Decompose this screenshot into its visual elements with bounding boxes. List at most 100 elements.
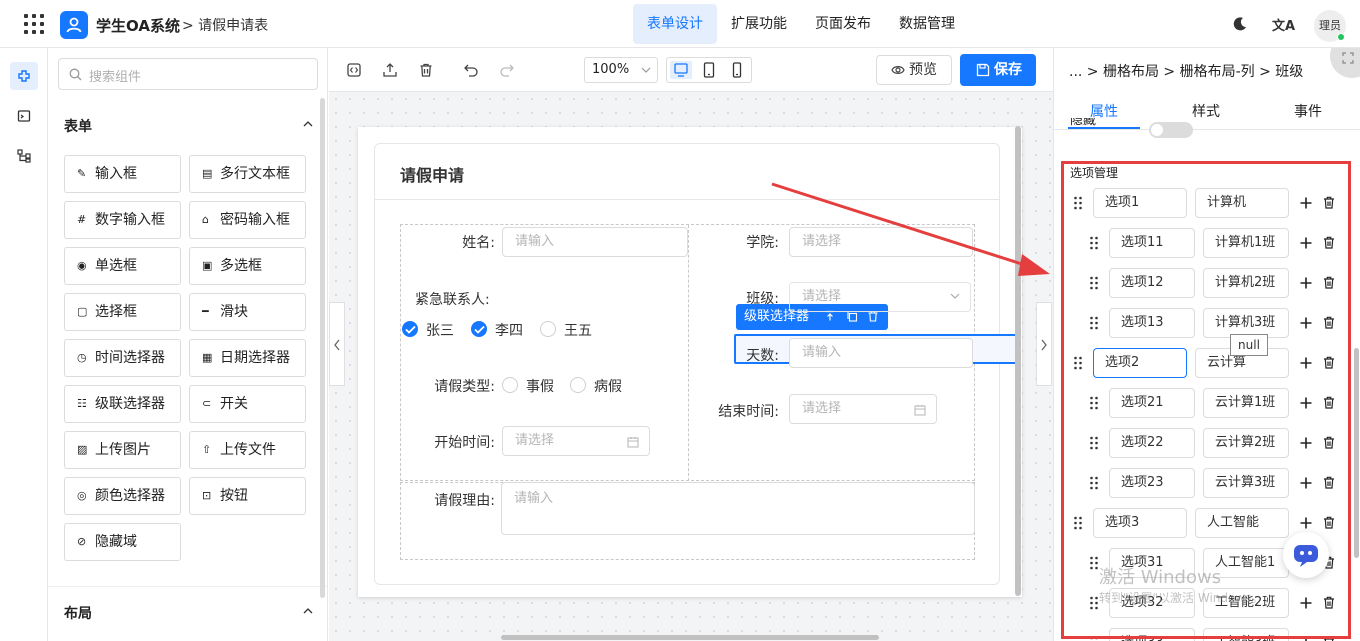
component-item[interactable]: ☷ 级联选择器 bbox=[64, 385, 181, 423]
radio-personal[interactable] bbox=[502, 377, 518, 393]
component-panel: 搜索组件 表单 ✎ 输入框 ▤ 多行文本框 # 数字输入框 ⌂ 密码输入框 ◉ 单选框 ▣ 多选框 ▢ 选… bbox=[48, 48, 328, 641]
component-label: 颜色选择器 bbox=[95, 488, 165, 504]
assistant-button[interactable] bbox=[1283, 532, 1329, 578]
preview-button[interactable]: 预览 bbox=[876, 55, 952, 85]
component-item[interactable]: ━ 滑块 bbox=[189, 293, 306, 331]
import-icon[interactable] bbox=[382, 62, 398, 78]
component-item[interactable]: ◷ 时间选择器 bbox=[64, 339, 181, 377]
component-item[interactable]: ▤ 多行文本框 bbox=[189, 155, 306, 193]
component-item[interactable]: ▣ 多选框 bbox=[189, 247, 306, 285]
start-date-input[interactable]: 请选择 bbox=[502, 426, 650, 456]
device-switcher bbox=[666, 57, 752, 83]
desktop-view-button[interactable] bbox=[670, 61, 692, 79]
property-breadcrumb[interactable]: ... > 栅格布局 > 栅格布局-列 > 班级 bbox=[1069, 61, 1303, 81]
end-placeholder: 请选择 bbox=[802, 401, 842, 416]
component-icon: ▨ bbox=[77, 443, 88, 456]
eye-icon bbox=[891, 66, 905, 74]
hidden-label: 隐藏 bbox=[1070, 118, 1097, 128]
component-search-input[interactable]: 搜索组件 bbox=[58, 58, 318, 90]
end-label: 结束时间: bbox=[718, 404, 779, 420]
radio-sick[interactable] bbox=[570, 377, 586, 393]
contact-checkbox[interactable] bbox=[540, 321, 556, 337]
component-icon: ▢ bbox=[77, 305, 88, 318]
contact-checkbox[interactable] bbox=[402, 321, 418, 337]
code-rail-button[interactable] bbox=[10, 102, 38, 130]
mobile-icon bbox=[732, 62, 742, 78]
property-scrollbar[interactable] bbox=[1354, 348, 1359, 558]
component-label: 多选框 bbox=[220, 258, 262, 274]
component-label: 时间选择器 bbox=[95, 350, 165, 366]
college-select[interactable]: 请选择 bbox=[789, 227, 973, 257]
component-item[interactable]: ◉ 单选框 bbox=[64, 247, 181, 285]
component-item[interactable]: ▨ 上传图片 bbox=[64, 431, 181, 469]
component-label: 日期选择器 bbox=[220, 350, 290, 366]
component-icon: ⊡ bbox=[202, 489, 212, 502]
tree-rail-button[interactable] bbox=[10, 142, 38, 170]
component-icon: ▤ bbox=[202, 167, 213, 180]
translate-icon[interactable]: 文A bbox=[1272, 15, 1295, 34]
component-icon: ◎ bbox=[77, 489, 87, 502]
component-item[interactable]: ⊡ 按钮 bbox=[189, 477, 306, 515]
canvas-scrollbar[interactable] bbox=[1015, 126, 1021, 596]
canvas-toolbar: 100% 预览 保存 bbox=[329, 48, 1053, 92]
reason-label: 请假理由: bbox=[434, 493, 495, 509]
zoom-value: 100% bbox=[592, 62, 630, 77]
redo-icon[interactable] bbox=[499, 62, 515, 78]
nav-item-3[interactable]: 数据管理 bbox=[885, 4, 969, 44]
form-preview-card: 请假申请 姓名: 请输入 紧急联系人: 张三 李四 王五 请假类型: 事假 病假 开… bbox=[358, 127, 1022, 597]
layout-group-header[interactable]: 布局 bbox=[64, 603, 314, 623]
components-rail-button[interactable] bbox=[10, 62, 38, 90]
hidden-toggle[interactable] bbox=[1149, 122, 1193, 138]
canvas-horizontal-scrollbar[interactable] bbox=[501, 635, 879, 640]
tablet-view-button[interactable] bbox=[698, 61, 720, 79]
component-item[interactable]: ⌂ 密码输入框 bbox=[189, 201, 306, 239]
component-item[interactable]: ◎ 颜色选择器 bbox=[64, 477, 181, 515]
app-logo-icon bbox=[60, 11, 88, 39]
zoom-select[interactable]: 100% bbox=[584, 57, 658, 83]
name-input[interactable]: 请输入 bbox=[502, 227, 688, 257]
class-select[interactable]: 请选择 bbox=[789, 282, 971, 312]
component-item[interactable]: ▢ 选择框 bbox=[64, 293, 181, 331]
reason-textarea[interactable]: 请输入 bbox=[501, 482, 975, 535]
name-label: 姓名: bbox=[462, 235, 495, 251]
code-view-icon[interactable] bbox=[346, 62, 362, 78]
save-button[interactable]: 保存 bbox=[960, 54, 1036, 86]
name-placeholder: 请输入 bbox=[515, 234, 555, 249]
component-item[interactable]: ⊘ 隐藏域 bbox=[64, 523, 181, 561]
apps-grid-icon[interactable] bbox=[24, 14, 44, 34]
collapse-left-handle[interactable] bbox=[329, 302, 345, 386]
check-icon bbox=[474, 325, 485, 334]
component-item[interactable]: ⊂ 开关 bbox=[189, 385, 306, 423]
component-item[interactable]: ▦ 日期选择器 bbox=[189, 339, 306, 377]
nav-item-0[interactable]: 表单设计 bbox=[633, 4, 717, 44]
activation-watermark: 激活 Windows bbox=[1099, 567, 1222, 588]
component-icon: ⇧ bbox=[202, 443, 212, 456]
avatar[interactable]: 理员 bbox=[1314, 10, 1346, 42]
tab-events[interactable]: 事件 bbox=[1294, 101, 1322, 121]
component-item[interactable]: ⇧ 上传文件 bbox=[189, 431, 306, 469]
form-title: 请假申请 bbox=[400, 166, 465, 185]
component-item[interactable]: # 数字输入框 bbox=[64, 201, 181, 239]
fullscreen-corner[interactable] bbox=[1330, 48, 1360, 78]
nav-item-2[interactable]: 页面发布 bbox=[801, 4, 885, 44]
clear-trash-icon[interactable] bbox=[418, 62, 434, 78]
undo-icon[interactable] bbox=[463, 62, 479, 78]
left-rail bbox=[0, 48, 48, 641]
page-breadcrumb[interactable]: > 请假申请表 bbox=[182, 15, 268, 35]
contact-checkbox[interactable] bbox=[471, 321, 487, 337]
component-label: 按钮 bbox=[220, 488, 248, 504]
mobile-view-button[interactable] bbox=[726, 61, 748, 79]
contact-label-item: 王五 bbox=[564, 323, 592, 339]
design-canvas: 请假申请 姓名: 请输入 紧急联系人: 张三 李四 王五 请假类型: 事假 病假 开… bbox=[329, 92, 1053, 641]
component-scrollbar[interactable] bbox=[320, 98, 325, 598]
days-input[interactable]: 请输入 bbox=[789, 338, 973, 368]
component-icon: ✎ bbox=[77, 167, 87, 180]
component-item[interactable]: ✎ 输入框 bbox=[64, 155, 181, 193]
dark-mode-icon[interactable] bbox=[1232, 16, 1248, 36]
form-group-header[interactable]: 表单 bbox=[64, 116, 314, 136]
collapse-right-handle[interactable] bbox=[1036, 302, 1052, 386]
end-date-input[interactable]: 请选择 bbox=[789, 394, 937, 424]
nav-item-1[interactable]: 扩展功能 bbox=[717, 4, 801, 44]
activation-watermark-hint: 转到"设置"以激活 Windows。 bbox=[1099, 591, 1264, 605]
days-placeholder: 请输入 bbox=[802, 345, 842, 360]
